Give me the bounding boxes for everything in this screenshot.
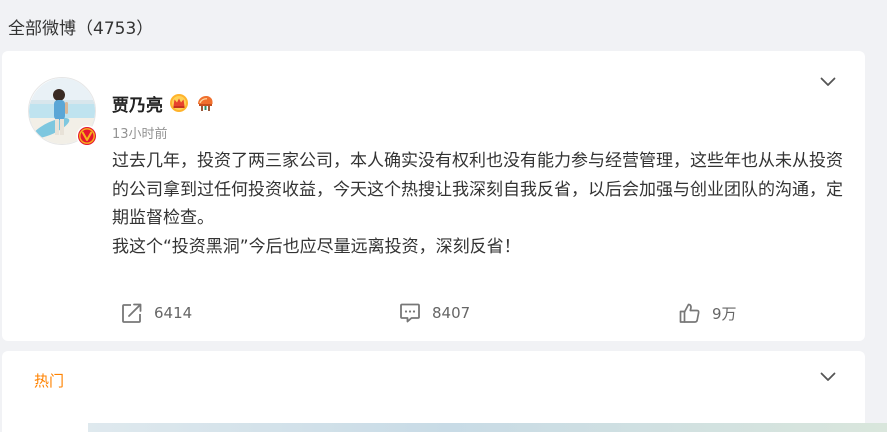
avatar-container[interactable] [28, 77, 98, 147]
post-card: 贾乃亮 13小时前 过去几年，投资了两三家公司，本人确实没有权利也没有能力参与经… [2, 51, 865, 341]
post-timestamp[interactable]: 13小时前 [112, 123, 168, 142]
post-menu-button[interactable] [819, 73, 837, 91]
hot-comments-toggle[interactable] [819, 368, 837, 386]
like-button[interactable]: 9万 [678, 300, 737, 326]
comment-image-preview [88, 423, 887, 432]
hot-comments-tab[interactable]: 热门 [34, 370, 64, 391]
crown-vip-icon[interactable] [169, 93, 189, 113]
comment-icon [400, 303, 420, 323]
author-name[interactable]: 贾乃亮 [112, 91, 163, 116]
author-row: 贾乃亮 [112, 91, 215, 116]
hot-comments-card: 热门 [2, 351, 865, 432]
chevron-down-icon [820, 77, 836, 86]
section-title: 全部微博（4753） [8, 19, 154, 39]
comment-count: 8407 [432, 304, 471, 322]
like-count: 9万 [712, 304, 737, 323]
post-paragraph: 我这个“投资黑洞”今后也应尽量远离投资，深刻反省！ [112, 236, 521, 257]
chevron-down-icon [820, 372, 836, 381]
post-paragraph: 过去几年，投资了两三家公司，本人确实没有权利也没有能力参与经营管理，这些年也从未… [112, 151, 843, 228]
share-icon [122, 303, 142, 323]
repost-count: 6414 [154, 304, 193, 322]
comment-button[interactable]: 8407 [398, 300, 470, 326]
post-content: 过去几年，投资了两三家公司，本人确实没有权利也没有能力参与经营管理，这些年也从未… [112, 147, 847, 261]
thumbs-up-icon [679, 303, 700, 323]
repost-button[interactable]: 6414 [120, 300, 192, 326]
fan-badge-icon[interactable] [195, 93, 215, 113]
verified-badge-icon [76, 125, 98, 147]
